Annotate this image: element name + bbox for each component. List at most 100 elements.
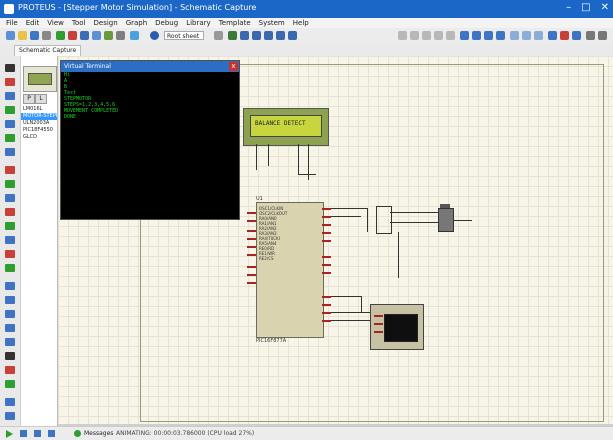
pin-icon[interactable] [5, 180, 15, 188]
window-title: PROTEUS - [Stepper Motor Simulation] - S… [18, 3, 257, 12]
current-probe-icon[interactable] [5, 250, 15, 258]
grid-icon[interactable] [228, 31, 237, 40]
open-folder-icon[interactable] [18, 31, 27, 40]
circle-2d-icon[interactable] [5, 310, 15, 318]
paste-icon[interactable] [446, 31, 455, 40]
close-icon[interactable]: ✕ [601, 2, 609, 13]
netlist-icon[interactable] [598, 31, 607, 40]
redo-icon[interactable] [410, 31, 419, 40]
text-2d-icon[interactable] [5, 352, 15, 360]
driver-ic[interactable] [376, 206, 392, 234]
menu-tool[interactable]: Tool [72, 18, 86, 28]
list-item[interactable]: PIC18F4550 [21, 127, 57, 134]
pick-device-icon[interactable] [510, 31, 519, 40]
pcb-icon[interactable] [80, 31, 89, 40]
mirror-icon[interactable] [5, 412, 15, 420]
terminal-title[interactable]: Virtual Terminal [61, 61, 239, 72]
refresh-icon[interactable] [214, 31, 223, 40]
messages-label[interactable]: Messages [84, 429, 113, 438]
zoom-in-icon[interactable] [264, 31, 273, 40]
menu-view[interactable]: View [47, 18, 64, 28]
menu-edit[interactable]: Edit [26, 18, 40, 28]
cut-icon[interactable] [422, 31, 431, 40]
zoom-out-icon[interactable] [276, 31, 285, 40]
view-3d-icon[interactable] [92, 31, 101, 40]
play-icon[interactable] [6, 430, 13, 438]
symbol-icon[interactable] [5, 366, 15, 374]
property-tool-icon[interactable] [586, 31, 595, 40]
origin-icon[interactable] [240, 31, 249, 40]
menu-design[interactable]: Design [94, 18, 118, 28]
stop-icon[interactable] [48, 430, 55, 437]
path-2d-icon[interactable] [5, 338, 15, 346]
subcircuit-icon[interactable] [5, 148, 15, 156]
new-file-icon[interactable] [6, 31, 15, 40]
component-icon[interactable] [56, 31, 65, 40]
gerber-icon[interactable] [104, 31, 113, 40]
selection-mode-icon[interactable] [5, 64, 15, 72]
junction-dot-icon[interactable] [5, 92, 15, 100]
print-icon[interactable] [42, 31, 51, 40]
list-item[interactable]: MOTOR-STEPPER [21, 113, 57, 120]
block-rotate-icon[interactable] [484, 31, 493, 40]
box-2d-icon[interactable] [5, 296, 15, 304]
library-button[interactable]: L [35, 94, 47, 104]
arc-2d-icon[interactable] [5, 324, 15, 332]
terminal-close-button[interactable]: x [229, 62, 238, 71]
decompose-icon[interactable] [548, 31, 557, 40]
block-delete-icon[interactable] [496, 31, 505, 40]
bus-icon[interactable] [5, 134, 15, 142]
pick-devices-button[interactable]: P [23, 94, 35, 104]
menu-help[interactable]: Help [293, 18, 309, 28]
stepper-motor[interactable] [438, 208, 454, 232]
block-move-icon[interactable] [472, 31, 481, 40]
menu-system[interactable]: System [259, 18, 285, 28]
rotate-icon[interactable] [5, 398, 15, 406]
search-icon[interactable] [572, 31, 581, 40]
virtual-terminal-window[interactable]: Virtual Terminal x Hi A B Test STEPMOTOR… [60, 60, 240, 220]
tape-recorder-icon[interactable] [5, 208, 15, 216]
virtual-instruments-icon[interactable] [5, 264, 15, 272]
list-item[interactable]: GLCD [21, 134, 57, 141]
block-copy-icon[interactable] [460, 31, 469, 40]
menu-library[interactable]: Library [186, 18, 210, 28]
line-2d-icon[interactable] [5, 282, 15, 290]
mcu-pin [322, 240, 331, 242]
wire-autorouter-icon[interactable] [560, 31, 569, 40]
generator-icon[interactable] [5, 222, 15, 230]
bom-icon[interactable] [116, 31, 125, 40]
list-item[interactable]: LM016L [21, 106, 57, 113]
zoom-all-icon[interactable] [288, 31, 297, 40]
mcu-pin [322, 224, 331, 226]
marker-icon[interactable] [5, 380, 15, 388]
menu-debug[interactable]: Debug [155, 18, 178, 28]
component-mode-icon[interactable] [5, 78, 15, 86]
make-device-icon[interactable] [522, 31, 531, 40]
mcu-pin [247, 246, 256, 248]
menu-template[interactable]: Template [219, 18, 251, 28]
menu-file[interactable]: File [6, 18, 18, 28]
menu-graph[interactable]: Graph [126, 18, 147, 28]
voltage-probe-icon[interactable] [5, 236, 15, 244]
graph-icon[interactable] [5, 194, 15, 202]
step-icon[interactable] [20, 430, 27, 437]
copy-icon[interactable] [434, 31, 443, 40]
list-item[interactable]: ULN2003A [21, 120, 57, 127]
source-code-icon[interactable] [130, 31, 139, 40]
schematic-icon[interactable] [68, 31, 77, 40]
package-tool-icon[interactable] [534, 31, 543, 40]
help-icon[interactable] [150, 31, 159, 40]
mcu-pin-labels: OSC1/CLKIN OSC2/CLKOUT RA0/AN0 RA1/AN1 R… [259, 206, 287, 261]
save-icon[interactable] [30, 31, 39, 40]
terminals-icon[interactable] [5, 166, 15, 174]
sheet-selector[interactable]: Root sheet [164, 31, 204, 40]
text-script-icon[interactable] [5, 120, 15, 128]
maximize-icon[interactable]: □ [581, 2, 590, 13]
lcd-display[interactable]: BALANCE DETECT [243, 108, 329, 146]
wire-label-icon[interactable] [5, 106, 15, 114]
pause-icon[interactable] [34, 430, 41, 437]
pan-icon[interactable] [252, 31, 261, 40]
minimize-icon[interactable]: – [566, 2, 571, 13]
graphic-lcd[interactable] [370, 304, 424, 350]
undo-icon[interactable] [398, 31, 407, 40]
